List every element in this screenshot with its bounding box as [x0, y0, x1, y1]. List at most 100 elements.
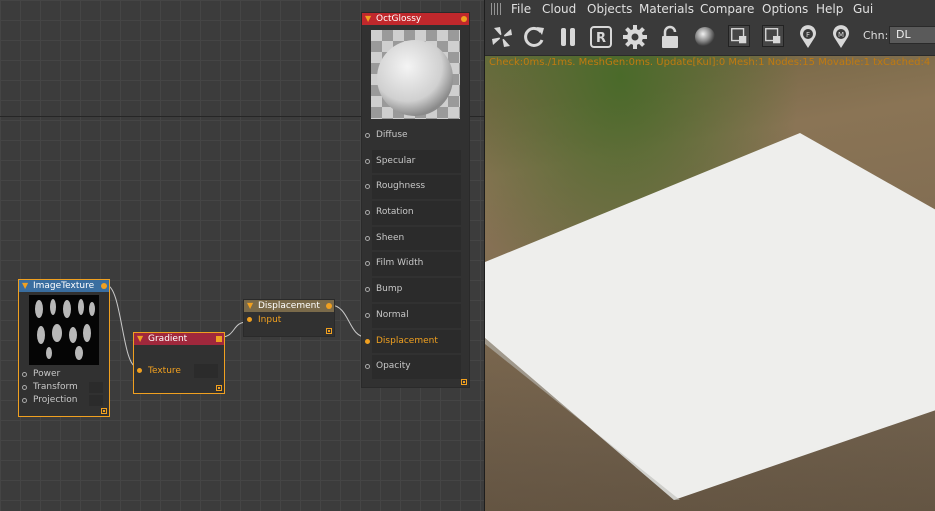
resize-handle[interactable] — [461, 379, 467, 385]
port-dot[interactable] — [365, 158, 370, 164]
toolbar: R F M Chn: DL — [485, 19, 935, 56]
r-icon[interactable]: R — [588, 24, 614, 50]
channel-select[interactable]: DL — [889, 26, 935, 44]
node-title: OctGlossy — [376, 14, 422, 24]
grip-icon[interactable] — [491, 3, 503, 15]
port-specular[interactable]: Specular — [362, 149, 469, 175]
port-field[interactable] — [194, 364, 218, 378]
node-header[interactable]: ▼ Displacement — [244, 300, 334, 312]
node-oct-glossy[interactable]: ▼ OctGlossy Diffuse Specular Roughness R… — [361, 12, 470, 388]
rendered-plane — [485, 133, 935, 500]
port-rotation[interactable]: Rotation — [362, 200, 469, 226]
resize-handle[interactable] — [216, 385, 222, 391]
refresh-icon[interactable] — [521, 24, 547, 50]
menu-options[interactable]: Options — [762, 2, 808, 17]
port-label: Diffuse — [376, 130, 408, 140]
port-label: Transform — [33, 382, 78, 392]
menubar: File Cloud Objects Materials Compare Opt… — [485, 0, 935, 19]
port-label: Input — [258, 315, 282, 325]
output-pin[interactable] — [326, 303, 332, 309]
port-opacity[interactable]: Opacity — [362, 354, 469, 380]
port-sheen[interactable]: Sheen — [362, 226, 469, 252]
port-dot[interactable] — [365, 133, 370, 138]
port-dot[interactable] — [365, 312, 370, 318]
node-title: Gradient — [148, 334, 188, 344]
lock-icon[interactable] — [657, 24, 683, 50]
port-label: Film Width — [376, 258, 424, 269]
texture-thumbnail — [29, 295, 99, 365]
port-normal[interactable]: Normal — [362, 303, 469, 329]
gear-icon[interactable] — [622, 24, 648, 50]
port-label: Texture — [148, 366, 181, 376]
port-dot[interactable] — [365, 210, 370, 216]
resize-handle[interactable] — [101, 408, 107, 414]
pinwheel-icon[interactable] — [489, 24, 515, 50]
port-label: Rotation — [376, 207, 414, 218]
region-icon[interactable] — [728, 25, 750, 47]
node-displacement[interactable]: ▼ Displacement Input — [243, 299, 335, 337]
svg-text:M: M — [838, 31, 844, 39]
node-header[interactable]: ▼ Gradient — [134, 333, 224, 345]
svg-text:F: F — [806, 31, 810, 39]
menu-cloud[interactable]: Cloud — [542, 2, 576, 17]
resize-handle[interactable] — [326, 328, 332, 334]
sphere-icon[interactable] — [692, 24, 718, 50]
node-header[interactable]: ▼ OctGlossy — [362, 13, 469, 25]
collapse-triangle-icon[interactable]: ▼ — [247, 300, 253, 312]
material-preview — [371, 30, 460, 119]
port-dot[interactable] — [22, 385, 27, 390]
port-film-width[interactable]: Film Width — [362, 251, 469, 277]
port-field[interactable] — [89, 395, 103, 406]
port-diffuse[interactable]: Diffuse — [362, 123, 469, 149]
menu-objects[interactable]: Objects — [587, 2, 632, 17]
collapse-triangle-icon[interactable]: ▼ — [365, 13, 371, 25]
port-label: Sheen — [376, 232, 405, 243]
port-label: Power — [33, 369, 61, 379]
port-roughness[interactable]: Roughness — [362, 174, 469, 200]
port-projection[interactable]: Projection — [19, 394, 109, 407]
node-gradient[interactable]: ▼ Gradient Texture — [133, 332, 225, 394]
output-pin[interactable] — [216, 336, 222, 342]
port-dot[interactable] — [365, 184, 370, 190]
node-title: Displacement — [258, 301, 320, 311]
port-label: Displacement — [376, 335, 438, 346]
output-pin[interactable] — [101, 283, 107, 289]
port-dot[interactable] — [365, 235, 370, 241]
render-viewport[interactable]: File Cloud Objects Materials Compare Opt… — [484, 0, 935, 511]
menu-gui[interactable]: Gui — [853, 2, 873, 17]
channel-label: Chn: — [863, 29, 889, 42]
pause-icon[interactable] — [555, 24, 581, 50]
port-texture[interactable]: Texture — [134, 363, 224, 379]
port-displacement[interactable]: Displacement — [362, 329, 469, 355]
svg-text:R: R — [596, 31, 606, 46]
port-dot[interactable] — [22, 372, 27, 377]
region-icon[interactable] — [762, 25, 784, 47]
port-dot[interactable] — [365, 261, 370, 267]
menu-materials[interactable]: Materials — [639, 2, 694, 17]
collapse-triangle-icon[interactable]: ▼ — [137, 333, 143, 345]
port-transform[interactable]: Transform — [19, 381, 109, 394]
port-input[interactable]: Input — [244, 312, 334, 328]
output-pin[interactable] — [461, 16, 467, 22]
port-dot[interactable] — [365, 338, 370, 344]
port-label: Bump — [376, 284, 403, 295]
material-pin-icon[interactable]: M — [828, 24, 854, 50]
focus-pin-icon[interactable]: F — [795, 24, 821, 50]
collapse-triangle-icon[interactable]: ▼ — [22, 280, 28, 292]
node-header[interactable]: ▼ ImageTexture — [19, 280, 109, 292]
port-dot[interactable] — [247, 317, 252, 322]
port-dot[interactable] — [22, 398, 27, 403]
node-graph-editor[interactable]: ▼ ImageTexture Power Transform Projectio… — [0, 0, 484, 511]
menu-help[interactable]: Help — [816, 2, 843, 17]
render-stats: Check:0ms./1ms. MeshGen:0ms. Update[Kul]… — [489, 57, 931, 68]
port-label: Specular — [376, 155, 416, 166]
menu-compare[interactable]: Compare — [700, 2, 754, 17]
port-dot[interactable] — [365, 287, 370, 293]
port-power[interactable]: Power — [19, 368, 109, 381]
port-dot[interactable] — [137, 368, 142, 373]
port-field[interactable] — [89, 382, 103, 393]
port-dot[interactable] — [365, 364, 370, 370]
port-bump[interactable]: Bump — [362, 277, 469, 303]
node-image-texture[interactable]: ▼ ImageTexture Power Transform Projectio… — [18, 279, 110, 417]
menu-file[interactable]: File — [511, 2, 531, 17]
